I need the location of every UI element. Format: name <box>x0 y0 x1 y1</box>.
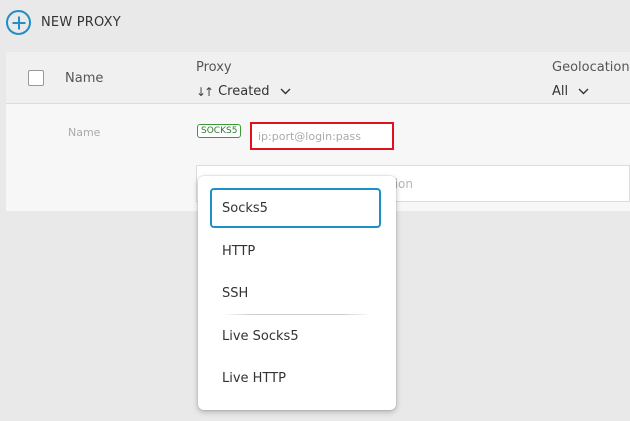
dropdown-option-ssh[interactable]: SSH <box>210 273 381 313</box>
name-field[interactable]: Name <box>68 126 100 139</box>
chevron-down-icon <box>578 88 589 95</box>
dropdown-option-http[interactable]: HTTP <box>210 231 381 271</box>
sort-label: Created <box>218 84 270 99</box>
select-all-checkbox[interactable] <box>28 70 44 86</box>
column-header-geolocation: Geolocation <box>552 60 630 75</box>
proxy-type-badge[interactable]: SOCKS5 <box>197 124 242 138</box>
sort-arrows-icon: ↓↑ <box>196 84 214 99</box>
table-header: Name Proxy ↓↑ Created Geolocation All <box>6 52 630 104</box>
geolocation-filter-dropdown[interactable]: All <box>552 84 589 99</box>
column-header-name[interactable]: Name <box>65 71 103 86</box>
chevron-down-icon <box>280 88 291 95</box>
plus-circle-icon <box>6 10 31 35</box>
sort-dropdown[interactable]: ↓↑ Created <box>196 84 291 99</box>
column-header-proxy: Proxy <box>196 60 232 75</box>
proxy-address-input[interactable] <box>250 122 394 150</box>
geolocation-filter-value: All <box>552 84 569 99</box>
dropdown-option-live-http[interactable]: Live HTTP <box>210 358 381 398</box>
dropdown-option-live-socks5[interactable]: Live Socks5 <box>210 316 381 356</box>
new-proxy-label: NEW PROXY <box>41 15 121 30</box>
dropdown-option-socks5[interactable]: Socks5 <box>210 188 381 228</box>
new-proxy-button[interactable]: NEW PROXY <box>6 10 121 35</box>
proxy-type-dropdown: Socks5 HTTP SSH Live Socks5 Live HTTP <box>198 176 396 410</box>
dropdown-divider <box>222 314 372 315</box>
